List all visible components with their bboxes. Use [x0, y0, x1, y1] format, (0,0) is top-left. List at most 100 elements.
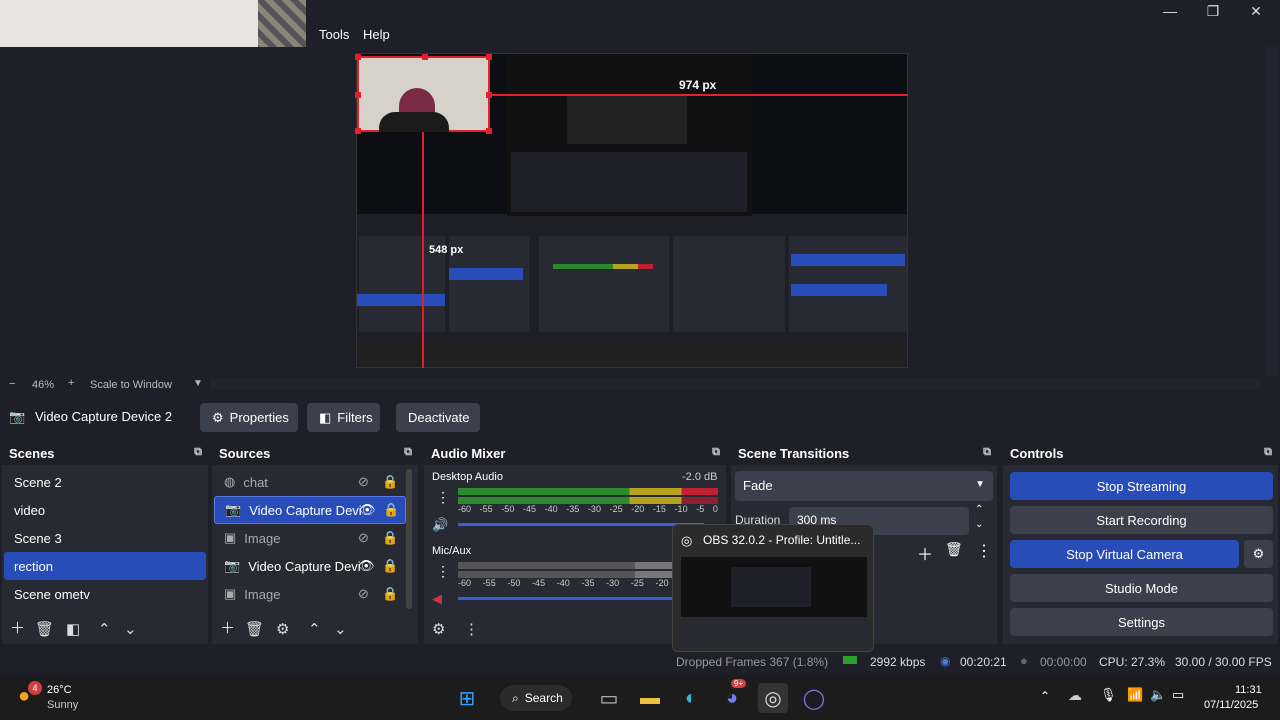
- popout-icon[interactable]: ⧉: [712, 446, 720, 459]
- source-item[interactable]: ◍ chat ⊘ 🔒: [214, 468, 406, 496]
- stop-streaming-button[interactable]: Stop Streaming: [1010, 472, 1273, 500]
- scene-item[interactable]: video: [4, 496, 206, 524]
- chevron-up-icon[interactable]: ⌃: [98, 620, 111, 638]
- menu-dots-icon[interactable]: ⋮: [436, 563, 450, 580]
- lock-icon[interactable]: 🔒: [383, 502, 399, 518]
- stop-virtual-camera-button[interactable]: Stop Virtual Camera: [1010, 540, 1239, 568]
- lock-icon[interactable]: 🔒: [382, 558, 398, 574]
- popout-icon[interactable]: ⧉: [404, 446, 412, 459]
- db-scale: -60 -55 -50 -45 -40 -35 -30 -25 -20 -15 -10 -5 0: [458, 504, 718, 514]
- eye-hidden-icon[interactable]: ⊘: [358, 530, 369, 546]
- studio-mode-button[interactable]: Studio Mode: [1010, 574, 1273, 602]
- menu-dots-icon[interactable]: ⋮: [464, 620, 479, 638]
- settings-button[interactable]: Settings: [1010, 608, 1273, 636]
- menu-dots-icon[interactable]: ⋮: [436, 489, 450, 506]
- eye-icon[interactable]: 👁: [358, 558, 375, 574]
- wifi-icon[interactable]: 📶: [1127, 687, 1143, 703]
- scene-item[interactable]: Scene 2: [4, 468, 206, 496]
- chevron-up-icon[interactable]: ⌃: [308, 620, 321, 638]
- cloud-icon[interactable]: ☁: [1068, 687, 1082, 704]
- maximize-button[interactable]: ❐: [1193, 2, 1233, 20]
- volume-icon[interactable]: 🔈: [1150, 687, 1166, 703]
- controls-title: Controls: [1010, 446, 1064, 461]
- preview-scrollbar[interactable]: [1266, 47, 1278, 377]
- eye-icon[interactable]: 👁: [359, 502, 376, 518]
- eye-hidden-icon[interactable]: ⊘: [358, 586, 369, 602]
- chevron-up-icon[interactable]: ⌃: [975, 504, 983, 515]
- filters-button[interactable]: ◧ Filters: [307, 403, 380, 432]
- menu-help[interactable]: Help: [363, 27, 390, 42]
- db-tick: -40: [556, 578, 570, 588]
- selected-source-name: Video Capture Device 2: [35, 409, 173, 424]
- minimize-button[interactable]: —: [1150, 2, 1190, 20]
- trash-icon[interactable]: 🗑: [945, 541, 963, 558]
- stop-virtual-camera-label: Stop Virtual Camera: [1066, 546, 1183, 562]
- taskbar-preview-popup[interactable]: ◎ OBS 32.0.2 - Profile: Untitle...: [672, 524, 874, 652]
- transition-selected-value: Fade: [743, 478, 773, 493]
- zoom-in-icon[interactable]: +: [68, 377, 74, 389]
- close-button[interactable]: ✕: [1236, 2, 1276, 20]
- source-item[interactable]: ▣ Image ⊘ 🔒: [214, 524, 406, 552]
- source-item-selected[interactable]: 📷 Video Capture Devi 👁 🔒: [214, 496, 406, 524]
- menu-tools[interactable]: Tools: [319, 27, 349, 42]
- horizontal-scrollbar[interactable]: [210, 379, 1260, 389]
- deactivate-button[interactable]: Deactivate: [396, 403, 480, 432]
- chevron-down-icon[interactable]: ⌄: [975, 519, 983, 530]
- windows-start-icon[interactable]: ⊞: [452, 683, 482, 713]
- app-icon[interactable]: ◯: [799, 683, 829, 713]
- clock-time[interactable]: 11:31: [1235, 684, 1262, 696]
- volume-slider[interactable]: [458, 597, 704, 600]
- chevron-down-icon[interactable]: ⌄: [334, 620, 347, 638]
- popout-icon[interactable]: ⧉: [1264, 446, 1272, 459]
- scene-label: rection: [14, 558, 54, 574]
- db-tick: -35: [581, 578, 595, 588]
- clock-date[interactable]: 07/11/2025: [1204, 699, 1258, 711]
- scene-item[interactable]: Scene 3: [4, 524, 206, 552]
- sources-scrollbar[interactable]: [406, 469, 412, 609]
- weather-desc: Sunny: [47, 699, 79, 711]
- obs-taskbar-icon[interactable]: ◎: [758, 683, 788, 713]
- start-recording-label: Start Recording: [1096, 512, 1187, 528]
- chevron-down-icon[interactable]: ⌄: [124, 620, 137, 638]
- popout-icon[interactable]: ⧉: [983, 446, 991, 459]
- transition-select[interactable]: Fade ▼: [735, 471, 993, 501]
- zoom-mode[interactable]: Scale to Window: [90, 379, 172, 391]
- battery-icon[interactable]: ▭: [1172, 687, 1184, 703]
- lock-icon[interactable]: 🔒: [382, 586, 398, 602]
- edge-icon[interactable]: ◐: [676, 683, 706, 713]
- properties-button[interactable]: ⚙ Properties: [200, 403, 298, 432]
- muted-mic-icon[interactable]: ◀: [432, 591, 442, 607]
- microphone-icon[interactable]: 🎙: [1100, 687, 1117, 703]
- add-icon[interactable]: ＋: [220, 617, 235, 638]
- zoom-out-icon[interactable]: −: [9, 378, 15, 390]
- lock-icon[interactable]: 🔒: [382, 474, 398, 490]
- menu-dots-icon[interactable]: ⋮: [976, 541, 992, 561]
- scene-item[interactable]: Scene ometv: [4, 580, 206, 608]
- chevron-up-icon[interactable]: ⌃: [1040, 689, 1050, 703]
- eye-hidden-icon[interactable]: ⊘: [358, 474, 369, 490]
- task-view-icon[interactable]: ▭: [594, 683, 624, 713]
- start-recording-button[interactable]: Start Recording: [1010, 506, 1273, 534]
- trash-icon[interactable]: 🗑: [35, 620, 54, 638]
- scene-item-selected[interactable]: rection: [4, 552, 206, 580]
- taskbar-search[interactable]: ⌕ Search: [500, 685, 572, 711]
- lock-icon[interactable]: 🔒: [382, 530, 398, 546]
- chevron-down-icon[interactable]: ▼: [193, 378, 203, 389]
- file-explorer-icon[interactable]: ▬: [635, 683, 665, 713]
- filter-icon[interactable]: ◧: [66, 620, 80, 638]
- add-icon[interactable]: ＋: [10, 617, 25, 638]
- volume-slider[interactable]: [458, 523, 704, 526]
- speaker-icon[interactable]: 🔊: [432, 517, 448, 533]
- trash-icon[interactable]: 🗑: [245, 620, 264, 638]
- db-tick: -55: [482, 578, 496, 588]
- gear-icon[interactable]: ⚙: [432, 620, 445, 638]
- source-item[interactable]: ▣ Image ⊘ 🔒: [214, 580, 406, 608]
- studio-mode-label: Studio Mode: [1105, 580, 1178, 596]
- selected-source-box[interactable]: [355, 54, 492, 134]
- source-item[interactable]: 📷 Video Capture Devi 👁 🔒: [214, 552, 406, 580]
- gear-icon[interactable]: ⚙: [276, 620, 289, 638]
- popout-icon[interactable]: ⧉: [194, 446, 202, 459]
- virtual-camera-settings-button[interactable]: ⚙: [1244, 540, 1273, 568]
- preview-canvas[interactable]: 974 px 548 px: [355, 53, 908, 368]
- add-icon[interactable]: ＋: [917, 541, 933, 565]
